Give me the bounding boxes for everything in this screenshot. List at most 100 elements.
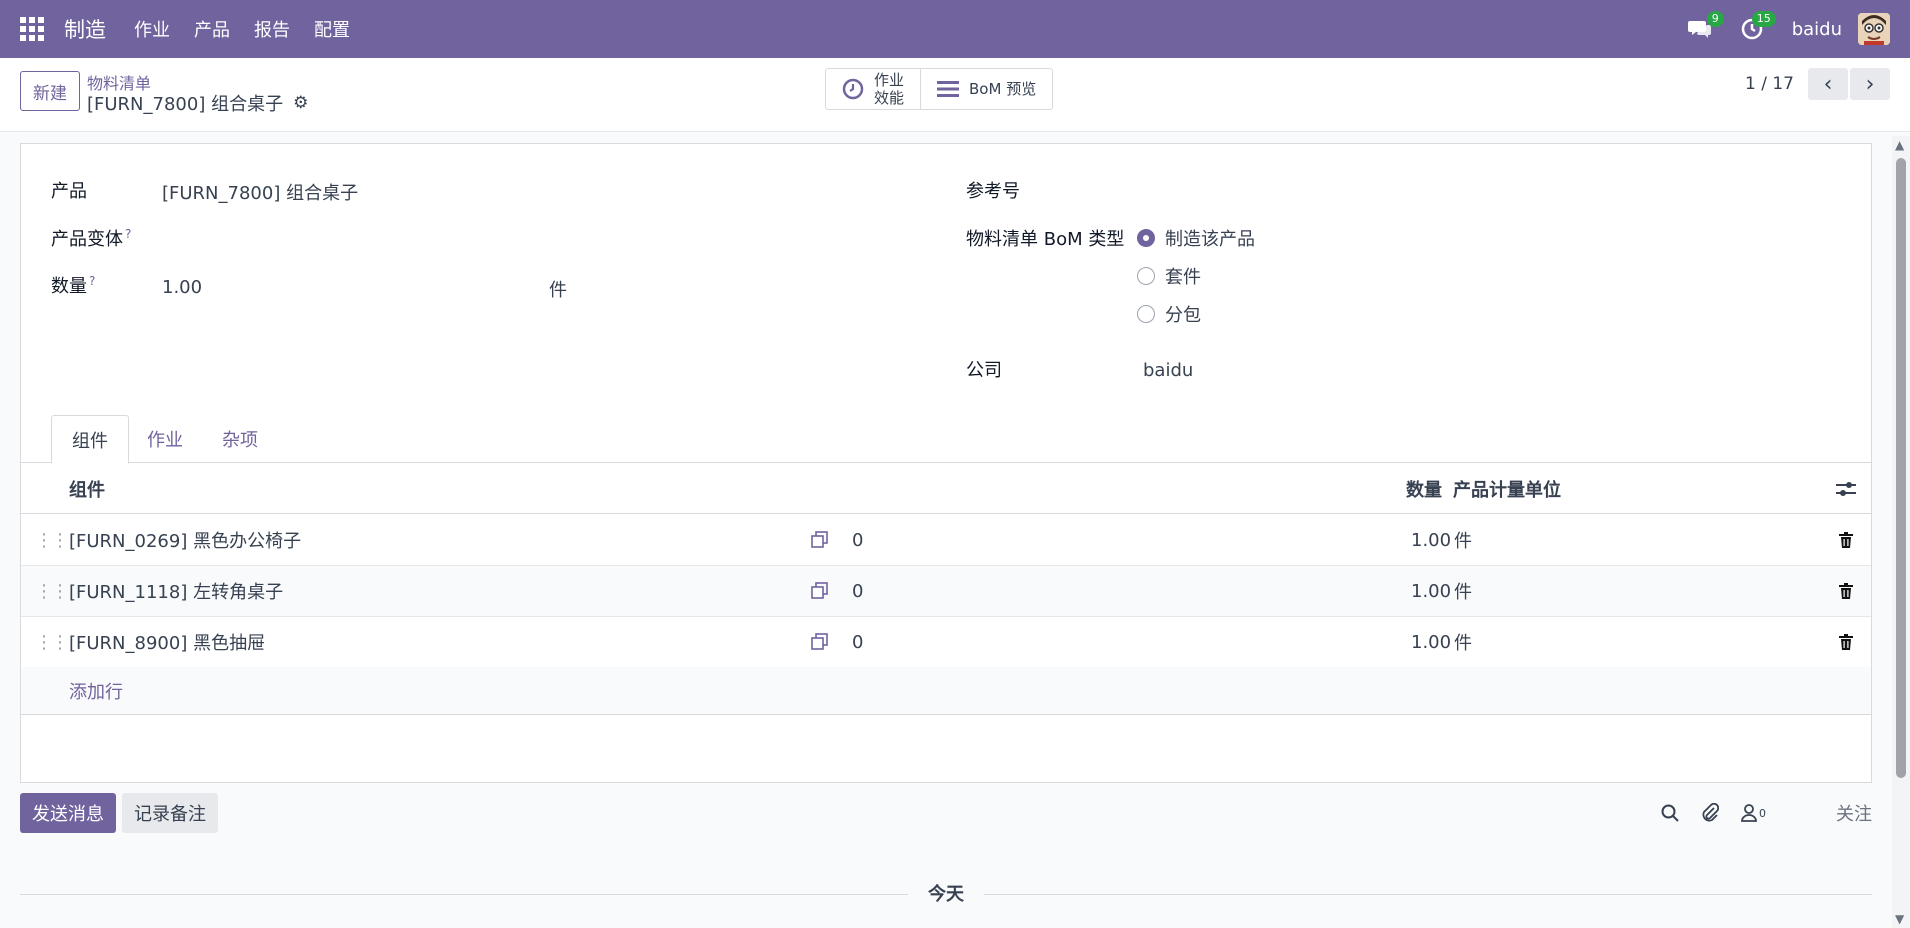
pager: 1 / 17 ‹ › <box>1745 68 1890 100</box>
row-uom[interactable]: 件 <box>1454 617 1472 667</box>
row-component[interactable]: [FURN_8900] 黑色抽屉 <box>69 617 265 667</box>
pager-next-button[interactable]: › <box>1850 68 1890 100</box>
table-row[interactable]: ⋮⋮ [FURN_0269] 黑色办公椅子 0 1.00 件 <box>21 515 1871 566</box>
trash-icon[interactable] <box>1839 515 1853 565</box>
scroll-down-icon[interactable]: ▼ <box>1895 912 1904 926</box>
reference-label: 参考号 <box>966 181 1020 202</box>
row-quantity[interactable]: 1.00 <box>1411 515 1451 565</box>
header-uom[interactable]: 产品计量单位 <box>1453 464 1561 514</box>
user-avatar[interactable] <box>1858 13 1890 45</box>
help-icon[interactable]: ? <box>89 274 95 288</box>
table-row[interactable]: ⋮⋮ [FURN_8900] 黑色抽屉 0 1.00 件 <box>21 617 1871 668</box>
bom-type-subcontract-label: 分包 <box>1165 305 1201 326</box>
copy-icon[interactable] <box>811 566 829 616</box>
header-quantity[interactable]: 数量 <box>1406 464 1442 514</box>
today-separator: 今天 <box>908 880 984 906</box>
quantity-uom[interactable]: 件 <box>549 276 567 302</box>
menu-operations[interactable]: 作业 <box>134 16 170 42</box>
tab-misc[interactable]: 杂项 <box>202 415 278 463</box>
row-quantity[interactable]: 1.00 <box>1411 566 1451 616</box>
activities-button[interactable]: 15 <box>1732 9 1776 49</box>
messages-badge: 9 <box>1706 11 1724 27</box>
work-efficiency-line2: 效能 <box>874 89 905 107</box>
search-icon[interactable] <box>1661 804 1679 822</box>
trash-icon[interactable] <box>1839 566 1853 616</box>
new-button[interactable]: 新建 <box>20 71 80 111</box>
activities-badge: 15 <box>1751 11 1776 27</box>
quantity-field[interactable]: 1.00 <box>162 277 202 298</box>
menu-configuration[interactable]: 配置 <box>314 16 350 42</box>
tab-components[interactable]: 组件 <box>51 415 129 464</box>
work-efficiency-button[interactable]: 作业 效能 <box>826 69 922 109</box>
bom-type-label: 物料清单 BoM 类型 <box>966 229 1125 250</box>
table-row[interactable]: ⋮⋮ [FURN_1118] 左转角桌子 0 1.00 件 <box>21 566 1871 617</box>
app-brand[interactable]: 制造 <box>64 14 106 44</box>
pager-previous-button[interactable]: ‹ <box>1808 68 1848 100</box>
trash-icon[interactable] <box>1839 617 1853 667</box>
scroll-up-icon[interactable]: ▲ <box>1895 138 1904 152</box>
gear-icon[interactable]: ⚙ <box>293 93 308 113</box>
control-panel: 新建 物料清单 [FURN_7800] 组合桌子 ⚙ 作业 效能 BoM 预览 … <box>0 58 1910 132</box>
work-efficiency-line1: 作业 <box>874 71 905 89</box>
paperclip-icon[interactable] <box>1701 803 1719 823</box>
record-title: [FURN_7800] 组合桌子 ⚙ <box>87 90 308 116</box>
add-line-row: 添加行 <box>21 667 1871 715</box>
page-scrollbar[interactable]: ▲ ▼ <box>1892 136 1910 928</box>
quantity-label: 数量? <box>51 272 95 298</box>
drag-handle-icon[interactable]: ⋮⋮ <box>35 617 69 667</box>
quantity-label-text: 数量 <box>51 276 87 297</box>
copy-icon[interactable] <box>811 515 829 565</box>
menu-products[interactable]: 产品 <box>194 16 230 42</box>
copy-icon[interactable] <box>811 617 829 667</box>
send-message-button[interactable]: 发送消息 <box>20 793 116 833</box>
radio-icon[interactable] <box>1137 267 1155 285</box>
company-label: 公司 <box>966 360 1002 381</box>
bom-type-kit-label: 套件 <box>1165 267 1201 288</box>
add-line-link[interactable]: 添加行 <box>69 667 123 715</box>
company-field[interactable]: baidu <box>1143 360 1193 381</box>
row-count: 0 <box>852 580 864 602</box>
bom-preview-label: BoM 预览 <box>969 80 1037 98</box>
notebook-tabs: 组件 作业 杂项 <box>21 415 1871 464</box>
apps-menu-icon[interactable] <box>0 0 64 58</box>
bom-preview-button[interactable]: BoM 预览 <box>921 69 1052 109</box>
bom-type-manufacture-label: 制造该产品 <box>1165 229 1255 250</box>
radio-checked-icon[interactable] <box>1137 229 1155 247</box>
optional-columns-icon[interactable] <box>1836 464 1856 514</box>
bars-icon <box>937 81 960 97</box>
radio-icon[interactable] <box>1137 305 1155 323</box>
row-count: 0 <box>852 529 864 551</box>
record-title-text: [FURN_7800] 组合桌子 <box>87 94 284 115</box>
form-sheet: 产品 [FURN_7800] 组合桌子 产品变体? 数量? 1.00 件 参考号… <box>20 143 1872 783</box>
bom-type-kit[interactable]: 套件 <box>1137 263 1201 289</box>
log-note-button[interactable]: 记录备注 <box>122 793 218 833</box>
row-component[interactable]: [FURN_0269] 黑色办公椅子 <box>69 515 301 565</box>
header-component[interactable]: 组件 <box>69 464 105 514</box>
row-quantity[interactable]: 1.00 <box>1411 617 1451 667</box>
drag-handle-icon[interactable]: ⋮⋮ <box>35 515 69 565</box>
follow-button[interactable]: 关注 <box>1836 800 1872 826</box>
user-name[interactable]: baidu <box>1792 19 1842 40</box>
drag-handle-icon[interactable]: ⋮⋮ <box>35 566 69 616</box>
messages-button[interactable]: 9 <box>1680 9 1724 49</box>
bom-type-subcontract[interactable]: 分包 <box>1137 301 1201 327</box>
row-component[interactable]: [FURN_1118] 左转角桌子 <box>69 566 283 616</box>
row-count: 0 <box>852 631 864 653</box>
top-navbar: 制造 作业 产品 报告 配置 9 15 baidu <box>0 0 1910 58</box>
chevron-left-icon: ‹ <box>1823 71 1833 97</box>
scroll-thumb[interactable] <box>1896 158 1906 778</box>
tab-operations[interactable]: 作业 <box>127 415 203 463</box>
chatter-bar: 发送消息 记录备注 0 关注 <box>20 793 1872 835</box>
followers-button[interactable]: 0 <box>1741 804 1766 822</box>
bom-type-manufacture[interactable]: 制造该产品 <box>1137 225 1255 251</box>
clock-icon <box>842 78 864 100</box>
product-field[interactable]: [FURN_7800] 组合桌子 <box>162 179 358 205</box>
pager-value[interactable]: 1 / 17 <box>1745 74 1794 94</box>
row-uom[interactable]: 件 <box>1454 566 1472 616</box>
menu-reporting[interactable]: 报告 <box>254 16 290 42</box>
product-label: 产品 <box>51 181 87 202</box>
help-icon[interactable]: ? <box>125 227 131 241</box>
chatter-actions: 0 关注 <box>1639 793 1872 833</box>
components-table-header: 组件 数量 产品计量单位 <box>21 464 1871 514</box>
row-uom[interactable]: 件 <box>1454 515 1472 565</box>
